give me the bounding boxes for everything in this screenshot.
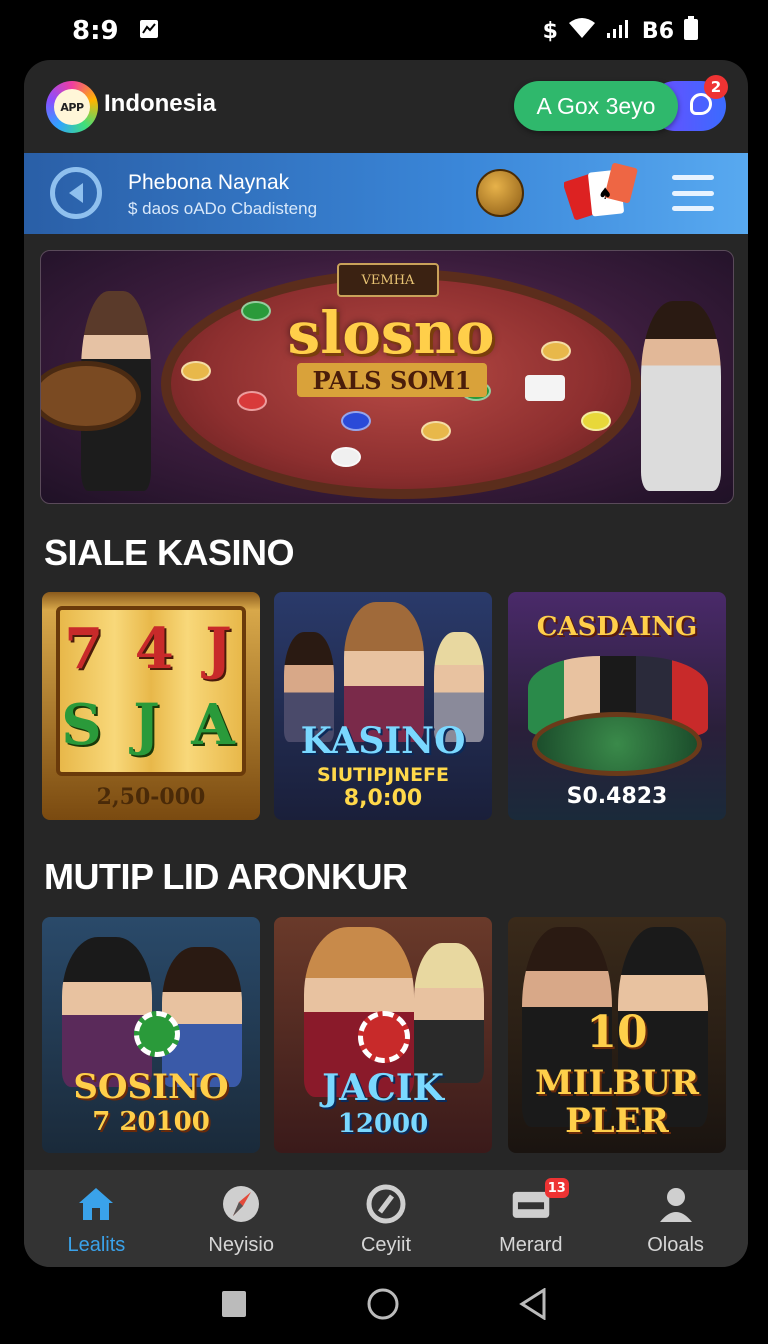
promo-banner[interactable]: Phebona Naynak $ daos oADo Cbadisteng ♠ — [24, 153, 748, 234]
battery-text: B6 — [641, 18, 674, 44]
home-button[interactable] — [367, 1288, 399, 1324]
wifi-icon — [568, 17, 596, 45]
hero-badge: VEMHA — [337, 263, 439, 297]
player-figure — [62, 937, 152, 1087]
game-tile-kasino[interactable]: KASINO SIUTIPJNEFE 8,0:00 — [274, 592, 492, 820]
carrier-text: $ — [542, 18, 558, 44]
header-actions: 2 A Gox 3eyo — [514, 75, 728, 131]
game-tile-casdaing[interactable]: CASDAING S0.4823 — [508, 592, 726, 820]
tile-badge: 10 — [586, 1007, 648, 1058]
nav-label: Oloals — [647, 1234, 704, 1256]
notification-badge: 2 — [704, 75, 728, 99]
player-figure — [162, 947, 242, 1087]
tile-headline: KASINO — [300, 720, 466, 762]
status-time: 8:9 — [72, 16, 119, 46]
section-title: MUTIP LID ARONKUR — [44, 856, 408, 897]
chip — [181, 361, 211, 381]
chip — [581, 411, 611, 431]
game-tile-milbur[interactable]: 10 MILBUR PLER — [508, 917, 726, 1153]
coin-icon — [476, 169, 524, 217]
tile-subtitle: SIUTIPJNEFE — [316, 764, 450, 786]
recents-button[interactable] — [221, 1290, 247, 1322]
tile-amount: 7 20100 — [92, 1107, 210, 1137]
tile-headline: SOSINO — [73, 1067, 229, 1107]
tile-amount: 12000 — [337, 1109, 429, 1139]
game-tile-jacik[interactable]: JACIK 12000 — [274, 917, 492, 1153]
nav-badge: 13 — [544, 1178, 569, 1198]
section-title: SIALE KASINO — [44, 532, 295, 573]
slot-line-2: S J A — [61, 692, 241, 758]
hero-banner[interactable]: VEMHA slosno PALS SOM1 — [40, 250, 734, 504]
tile-amount: 2,50-000 — [96, 784, 206, 810]
game-tile-slot-machine[interactable]: 7 4 J S J A 2,50-000 — [42, 592, 260, 820]
app-frame: APP Indonesia 2 A Gox 3eyo Phebona Nayna… — [24, 60, 748, 1267]
nav-label: Lealits — [67, 1234, 126, 1256]
promo-title: Phebona Naynak — [128, 171, 290, 194]
signal-icon — [606, 17, 632, 45]
app-name: Indonesia — [104, 90, 217, 117]
top-header: APP Indonesia 2 A Gox 3eyo — [24, 60, 748, 152]
playing-cards-icon: ♠ — [563, 163, 638, 223]
hero-subtitle: PALS SOM1 — [297, 363, 487, 397]
nav-label: Merard — [499, 1234, 563, 1256]
nav-item-compass[interactable]: Neyisio — [169, 1170, 314, 1267]
back-icon — [69, 183, 83, 203]
cta-button[interactable]: A Gox 3eyo — [514, 81, 678, 131]
nav-item-profile[interactable]: Oloals — [603, 1170, 748, 1267]
chart-notification-icon — [139, 17, 159, 45]
nav-item-home[interactable]: Lealits — [24, 1170, 169, 1267]
nav-item-refresh[interactable]: Ceyiit — [314, 1170, 459, 1267]
menu-button[interactable] — [672, 175, 714, 211]
chip — [341, 411, 371, 431]
status-bar: 8:9 $ B6 — [0, 0, 768, 62]
back-button[interactable] — [519, 1287, 547, 1324]
hero-title: slosno — [287, 299, 495, 367]
chip — [241, 301, 271, 321]
battery-icon — [684, 16, 698, 46]
nav-item-wallet[interactable]: 13 Merard — [458, 1170, 603, 1267]
promo-back-button[interactable] — [50, 167, 102, 219]
player-right-figure — [641, 301, 721, 491]
refresh-icon — [366, 1184, 406, 1224]
logo-text: APP — [54, 89, 90, 125]
tile-subtitle: PLER — [565, 1101, 669, 1141]
app-logo[interactable]: APP — [46, 81, 98, 133]
svg-text:♠: ♠ — [598, 184, 612, 203]
tile-headline: MILBUR — [534, 1063, 700, 1103]
chip-icon — [134, 1011, 180, 1057]
promo-subtitle: $ daos oADo Cbadisteng — [128, 199, 318, 218]
chip — [331, 447, 361, 467]
profile-icon — [656, 1184, 696, 1224]
bottom-nav: Lealits Neyisio Ceyiit 13 Merard Oloals — [24, 1170, 748, 1267]
player-figure — [414, 943, 484, 1083]
nav-label: Ceyiit — [360, 1234, 411, 1256]
chip — [421, 421, 451, 441]
nav-label: Neyisio — [208, 1234, 274, 1256]
tile-headline: CASDAING — [536, 612, 698, 642]
tile-amount: S0.4823 — [566, 784, 668, 809]
slot-line-1: 7 4 J — [64, 616, 238, 682]
chip-icon — [358, 1011, 410, 1063]
compass-icon — [221, 1184, 261, 1224]
dice-icon — [525, 375, 565, 401]
home-icon — [76, 1184, 116, 1224]
tile-amount: 8,0:00 — [343, 786, 423, 811]
chip — [541, 341, 571, 361]
tile-headline: JACIK — [322, 1067, 444, 1109]
game-tile-sosino[interactable]: SOSINO 7 20100 — [42, 917, 260, 1153]
system-nav-bar — [0, 1268, 768, 1344]
chip — [237, 391, 267, 411]
roulette-table — [532, 712, 702, 776]
